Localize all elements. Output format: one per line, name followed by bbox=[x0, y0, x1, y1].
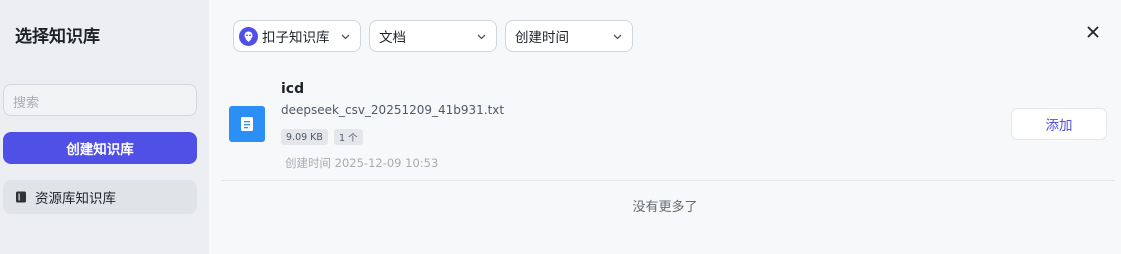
document-icon bbox=[229, 106, 265, 142]
type-filter-label: 文档 bbox=[379, 30, 406, 46]
close-icon bbox=[1087, 26, 1099, 38]
divider bbox=[221, 180, 1115, 181]
created-time: 创建时间 2025-12-09 10:53 bbox=[285, 156, 439, 170]
main-panel: 扣子知识库 文档 创建时间 icd deepseek_csv_20251209_… bbox=[209, 0, 1121, 254]
search-input[interactable]: 搜索 bbox=[3, 84, 197, 116]
create-knowledge-base-button[interactable]: 创建知识库 bbox=[3, 132, 197, 164]
type-filter-select[interactable]: 文档 bbox=[369, 20, 497, 52]
sidebar-title: 选择知识库 bbox=[15, 27, 100, 47]
close-button[interactable] bbox=[1083, 22, 1103, 42]
bot-filter-select[interactable]: 扣子知识库 bbox=[233, 20, 361, 52]
sidebar: 选择知识库 搜索 创建知识库 资源库知识库 bbox=[0, 0, 209, 254]
file-size-badge: 9.09 KB bbox=[281, 129, 328, 145]
no-more-text: 没有更多了 bbox=[632, 200, 698, 215]
bot-icon bbox=[239, 26, 258, 46]
chevron-down-icon bbox=[341, 34, 350, 40]
knowledge-base-name: icd bbox=[281, 81, 305, 97]
book-icon bbox=[16, 191, 26, 203]
sidebar-item-label: 资源库知识库 bbox=[35, 191, 116, 207]
sort-filter-label: 创建时间 bbox=[515, 30, 569, 46]
add-button[interactable]: 添加 bbox=[1011, 108, 1107, 140]
chevron-down-icon bbox=[477, 34, 486, 40]
bot-filter-label: 扣子知识库 bbox=[262, 30, 330, 46]
sort-filter-select[interactable]: 创建时间 bbox=[505, 20, 633, 52]
chevron-down-icon bbox=[613, 34, 622, 40]
file-count-badge: 1 个 bbox=[334, 129, 363, 145]
sidebar-item-resource-library[interactable]: 资源库知识库 bbox=[3, 180, 197, 214]
file-name: deepseek_csv_20251209_41b931.txt bbox=[281, 103, 505, 117]
